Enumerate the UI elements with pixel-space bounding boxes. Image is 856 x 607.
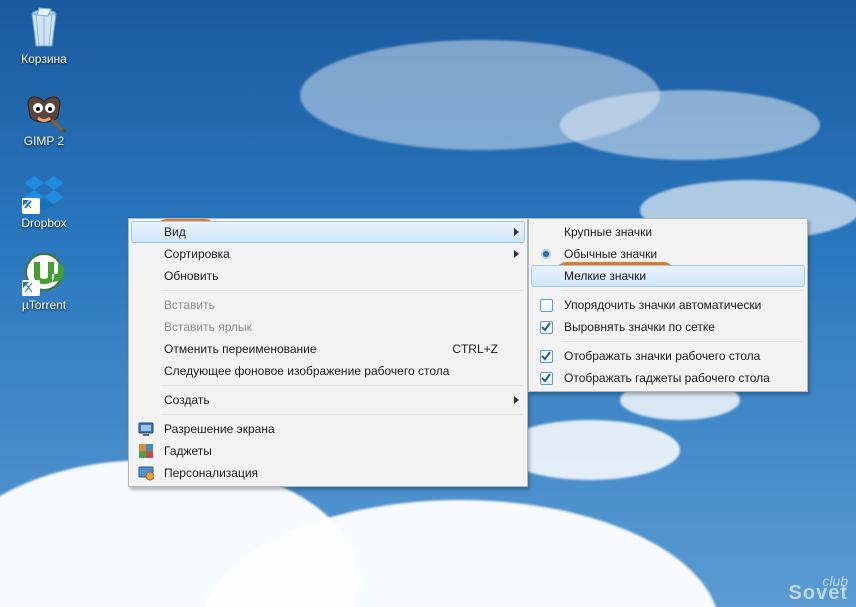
menu-item-sort[interactable]: Сортировка [131,243,525,265]
dropbox-icon [22,170,66,214]
menu-item-undo-rename[interactable]: Отменить переименование CTRL+Z [131,338,525,360]
menu-label: Создать [160,393,508,407]
desktop-icon-utorrent[interactable]: µTorrent [8,252,80,312]
menu-label: Вставить ярлык [160,320,508,334]
menu-label: Следующее фоновое изображение рабочего с… [160,364,508,378]
menu-item-personalize[interactable]: Персонализация [131,462,525,484]
menu-item-paste-shortcut: Вставить ярлык [131,316,525,338]
menu-item-next-background[interactable]: Следующее фоновое изображение рабочего с… [131,360,525,382]
desktop-icon-recycle-bin[interactable]: Корзина [8,6,80,66]
menu-label: Упорядочить значки автоматически [560,298,804,312]
checkbox-icon [540,299,553,312]
menu-separator [161,290,523,291]
menu-item-show-desktop-icons[interactable]: Отображать значки рабочего стола [531,345,805,367]
menu-item-show-gadgets[interactable]: Отображать гаджеты рабочего стола [531,367,805,389]
menu-label: Разрешение экрана [160,422,508,436]
watermark: club Sovet [789,573,848,601]
menu-label: Вид [160,225,508,239]
chevron-right-icon [508,228,524,236]
desktop-icon-label: µTorrent [22,298,66,312]
view-submenu: Крупные значки Обычные значки Мелкие зна… [528,218,808,392]
radio-checked-icon [543,251,549,257]
gadgets-icon [138,443,154,459]
menu-shortcut: CTRL+Z [452,342,508,356]
menu-item-paste: Вставить [131,294,525,316]
checkbox-checked-icon [540,372,553,385]
menu-item-align-grid[interactable]: Выровнять значки по сетке [531,316,805,338]
chevron-right-icon [508,396,524,404]
menu-label: Обычные значки [560,247,804,261]
checkbox-checked-icon [540,350,553,363]
desktop-icon-label: GIMP 2 [24,134,64,148]
recycle-bin-icon [22,6,66,50]
menu-label: Выровнять значки по сетке [560,320,804,334]
menu-label: Крупные значки [560,225,804,239]
menu-label: Гаджеты [160,444,508,458]
watermark-line2: Sovet [789,585,848,601]
menu-item-large-icons[interactable]: Крупные значки [531,221,805,243]
desktop-icons: Корзина GIMP 2 [8,6,80,312]
menu-label: Вставить [160,298,508,312]
menu-item-view[interactable]: Вид [131,221,525,243]
menu-item-screen-resolution[interactable]: Разрешение экрана [131,418,525,440]
menu-separator [561,341,803,342]
desktop-icon-dropbox[interactable]: Dropbox [8,170,80,230]
menu-item-create[interactable]: Создать [131,389,525,411]
utorrent-icon [22,252,66,296]
desktop-icon-gimp[interactable]: GIMP 2 [8,88,80,148]
menu-label: Персонализация [160,466,508,480]
personalize-icon [138,465,154,481]
display-icon [138,421,154,437]
menu-label: Отображать значки рабочего стола [560,349,804,363]
menu-separator [161,414,523,415]
menu-item-gadgets[interactable]: Гаджеты [131,440,525,462]
menu-item-auto-arrange[interactable]: Упорядочить значки автоматически [531,294,805,316]
menu-separator [161,385,523,386]
menu-separator [561,290,803,291]
desktop-icon-label: Dropbox [21,216,66,230]
menu-label: Обновить [160,269,508,283]
gimp-icon [22,88,66,132]
desktop-context-menu: Вид Сортировка Обновить Вставить Вставит… [128,218,528,487]
checkbox-checked-icon [540,321,553,334]
menu-item-medium-icons[interactable]: Обычные значки [531,243,805,265]
menu-label: Отображать гаджеты рабочего стола [560,371,804,385]
menu-label: Отменить переименование [160,342,452,356]
menu-item-refresh[interactable]: Обновить [131,265,525,287]
chevron-right-icon [508,250,524,258]
menu-label: Мелкие значки [560,269,804,283]
menu-label: Сортировка [160,247,508,261]
menu-item-small-icons[interactable]: Мелкие значки [531,265,805,287]
desktop-icon-label: Корзина [21,52,67,66]
